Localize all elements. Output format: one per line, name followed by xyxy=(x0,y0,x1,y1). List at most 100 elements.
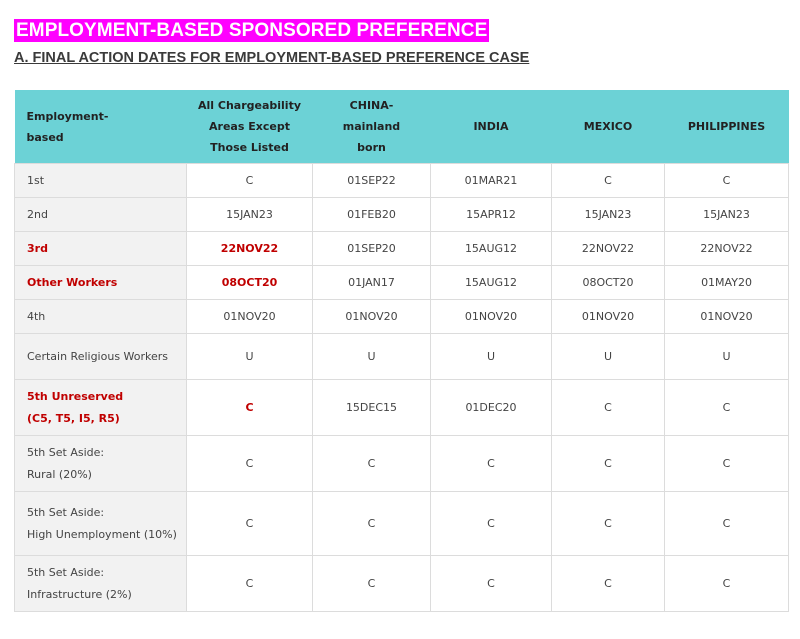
date-cell: C xyxy=(551,379,665,436)
category-cell: 1st xyxy=(14,163,187,198)
table-row: Certain Religious Workers U U U U U xyxy=(14,333,789,380)
table-header-india: INDIA xyxy=(430,90,552,164)
header-text-line: mainland xyxy=(342,120,401,133)
category-text-line: Rural (20%) xyxy=(27,467,92,481)
table-row: 4th 01NOV20 01NOV20 01NOV20 01NOV20 01NOV20 xyxy=(14,299,789,334)
category-cell: 4th xyxy=(14,299,187,334)
table-header-all-chargeability: All Chargeability Areas Except Those Liste… xyxy=(186,90,313,164)
date-cell: C xyxy=(430,555,552,612)
date-cell: 01NOV20 xyxy=(430,299,552,334)
date-cell: 15JAN23 xyxy=(186,197,313,232)
category-cell: Certain Religious Workers xyxy=(14,333,187,380)
header-text-line: INDIA xyxy=(473,120,509,133)
table-header-row: Employment-based All Chargeability Areas E… xyxy=(14,90,789,164)
date-cell: C xyxy=(312,435,431,492)
date-cell: U xyxy=(430,333,552,380)
date-cell: 01NOV20 xyxy=(186,299,313,334)
table-header-china: CHINA-mainland born xyxy=(312,90,431,164)
date-cell: 01MAR21 xyxy=(430,163,552,198)
date-cell: C xyxy=(551,555,665,612)
date-cell: C xyxy=(430,435,552,492)
date-cell: 22NOV22 xyxy=(551,231,665,266)
date-cell: C xyxy=(551,163,665,198)
category-cell: 5th Set Aside: Infrastructure (2%) xyxy=(14,555,187,612)
date-cell: C xyxy=(186,491,313,556)
final-action-dates-table: Employment-based All Chargeability Areas E… xyxy=(14,90,789,612)
header-text-line: Employment- xyxy=(26,109,109,123)
date-cell: 01NOV20 xyxy=(312,299,431,334)
date-cell: 15AUG12 xyxy=(430,231,552,266)
category-text-line: 5th Set Aside: xyxy=(27,565,105,579)
category-text-line: (C5, T5, I5, R5) xyxy=(27,411,120,425)
date-cell: U xyxy=(312,333,431,380)
date-cell: 15APR12 xyxy=(430,197,552,232)
header-text-line: Those Listed xyxy=(210,141,289,154)
category-cell: 3rd xyxy=(14,231,187,266)
category-text-line: High Unemployment (10%) xyxy=(27,527,177,541)
category-cell: 5th Unreserved (C5, T5, I5, R5) xyxy=(14,379,187,436)
table-row: 5th Unreserved (C5, T5, I5, R5) C 15DEC15 01… xyxy=(14,379,789,436)
date-cell: C xyxy=(551,491,665,556)
date-cell: 08OCT20 xyxy=(186,265,313,300)
category-cell: Other Workers xyxy=(14,265,187,300)
section-title: A. FINAL ACTION DATES FOR EMPLOYMENT-BAS… xyxy=(14,50,530,66)
date-cell: C xyxy=(312,555,431,612)
category-cell: 5th Set Aside: Rural (20%) xyxy=(14,435,187,492)
table-row: 2nd 15JAN23 01FEB20 15APR12 15JAN23 15JAN23 xyxy=(14,197,789,232)
table-header-philippines: PHILIPPINES xyxy=(664,90,789,164)
category-text-line: 2nd xyxy=(27,207,48,221)
date-cell: 15JAN23 xyxy=(551,197,665,232)
header-text-line: based xyxy=(26,130,64,144)
category-text-line: 1st xyxy=(27,173,45,187)
category-text-line: Certain Religious Workers xyxy=(27,349,169,363)
table-row: 5th Set Aside: Rural (20%) C C C C C xyxy=(14,435,789,492)
header-text-line: Areas Except xyxy=(209,120,290,133)
date-cell: 15DEC15 xyxy=(312,379,431,436)
category-text-line: Other Workers xyxy=(27,275,118,289)
page-title: EMPLOYMENT-BASED SPONSORED PREFERENCE xyxy=(14,19,490,42)
date-cell: 01FEB20 xyxy=(312,197,431,232)
header-text-line: All Chargeability xyxy=(197,99,301,112)
date-cell: 01SEP22 xyxy=(312,163,431,198)
date-cell: 01NOV20 xyxy=(664,299,789,334)
date-cell: 01MAY20 xyxy=(664,265,789,300)
date-cell: U xyxy=(186,333,313,380)
category-cell: 2nd xyxy=(14,197,187,232)
table-header-employment-based: Employment-based xyxy=(14,90,187,164)
table-row: Other Workers 08OCT20 01JAN17 15AUG12 08OCT2… xyxy=(14,265,789,300)
date-cell: C xyxy=(186,379,313,436)
category-text-line: 4th xyxy=(27,309,46,323)
table-header-mexico: MEXICO xyxy=(551,90,665,164)
category-text-line: 3rd xyxy=(27,241,48,255)
date-cell: 22NOV22 xyxy=(186,231,313,266)
header-text-line: MEXICO xyxy=(583,120,633,133)
table-row: 1st C 01SEP22 01MAR21 C C xyxy=(14,163,789,198)
date-cell: 15JAN23 xyxy=(664,197,789,232)
category-text-line: 5th Set Aside: xyxy=(27,445,105,459)
date-cell: C xyxy=(664,491,789,556)
header-text-line: PHILIPPINES xyxy=(687,120,766,133)
date-cell: 01DEC20 xyxy=(430,379,552,436)
date-cell: 22NOV22 xyxy=(664,231,789,266)
category-text-line: 5th Unreserved xyxy=(27,389,124,403)
table-row: 5th Set Aside: Infrastructure (2%) C C C C C xyxy=(14,555,789,612)
table-body: 1st C 01SEP22 01MAR21 C C 2nd 15JAN23 01FEB20 15A… xyxy=(14,163,789,612)
category-text-line: 5th Set Aside: xyxy=(27,505,105,519)
date-cell: 01NOV20 xyxy=(551,299,665,334)
date-cell: C xyxy=(551,435,665,492)
date-cell: 01SEP20 xyxy=(312,231,431,266)
table-row: 5th Set Aside: High Unemployment (10%) C C C… xyxy=(14,491,789,556)
date-cell: 15AUG12 xyxy=(430,265,552,300)
category-text-line: Infrastructure (2%) xyxy=(27,587,132,601)
date-cell: C xyxy=(664,555,789,612)
date-cell: C xyxy=(186,555,313,612)
date-cell: U xyxy=(664,333,789,380)
table-row: 3rd 22NOV22 01SEP20 15AUG12 22NOV22 22NOV22 xyxy=(14,231,789,266)
date-cell: C xyxy=(312,491,431,556)
date-cell: C xyxy=(664,163,789,198)
date-cell: U xyxy=(551,333,665,380)
date-cell: 08OCT20 xyxy=(551,265,665,300)
date-cell: C xyxy=(186,435,313,492)
date-cell: C xyxy=(664,435,789,492)
header-text-line: born xyxy=(357,141,386,154)
